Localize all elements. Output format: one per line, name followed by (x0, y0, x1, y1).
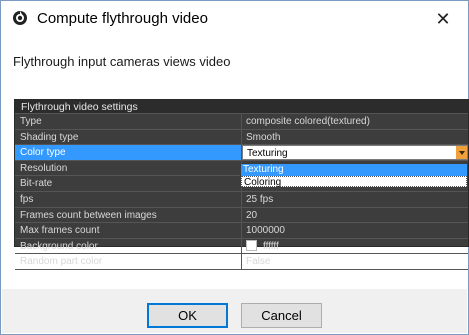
property-value[interactable]: False (242, 254, 468, 269)
property-row-max-frames[interactable]: Max frames count 1000000 (15, 223, 468, 239)
color-type-dropdown-list: Texturing Coloring (240, 163, 468, 188)
title-bar[interactable]: Compute flythrough video ✕ (2, 2, 467, 34)
chevron-down-icon (458, 150, 465, 155)
property-name: Shading type (15, 129, 242, 145)
ok-button[interactable]: OK (147, 303, 228, 328)
property-row-random-part-color[interactable]: Random part color False (15, 254, 468, 270)
property-row-shading-type[interactable]: Shading type Smooth (15, 129, 468, 146)
property-value[interactable]: composite colored(textured) (242, 114, 468, 129)
dropdown-option-coloring[interactable]: Coloring (241, 175, 467, 188)
property-row-color-type[interactable]: Color type Texturing (15, 145, 468, 161)
background-color-value[interactable]: ffffff (242, 239, 468, 254)
window-title: Compute flythrough video (37, 10, 208, 27)
property-value[interactable]: Smooth (242, 130, 468, 145)
property-value[interactable]: 25 fps (242, 192, 468, 207)
app-logo-icon (13, 11, 27, 25)
dialog-subtitle: Flythrough input cameras views video (13, 54, 231, 69)
property-name: Frames count between images (15, 207, 242, 223)
property-name: Background color (15, 238, 242, 254)
color-swatch[interactable] (246, 239, 257, 251)
color-hex: ffffff (263, 240, 279, 252)
property-name: Resolution (15, 160, 242, 176)
property-name: Random part color (15, 254, 242, 269)
cancel-button[interactable]: Cancel (241, 303, 322, 328)
property-name: Bit-rate (15, 176, 242, 191)
property-row-type[interactable]: Type composite colored(textured) (15, 114, 468, 130)
button-footer (2, 289, 467, 333)
dropdown-option-texturing[interactable]: Texturing (241, 164, 467, 176)
property-name: Type (15, 114, 242, 129)
property-row-frames-count[interactable]: Frames count between images 20 (15, 207, 468, 224)
close-button[interactable]: ✕ (429, 6, 457, 32)
property-row-background-color[interactable]: Background color ffffff (15, 238, 468, 255)
property-row-fps[interactable]: fps 25 fps (15, 191, 468, 208)
property-name: Max frames count (15, 223, 242, 238)
color-type-combobox[interactable]: Texturing (242, 145, 468, 160)
dialog-window: Compute flythrough video ✕ Flythrough in… (0, 0, 469, 335)
property-name: fps (15, 191, 242, 207)
combobox-value: Texturing (247, 148, 288, 160)
close-icon: ✕ (435, 8, 451, 29)
property-value[interactable]: 20 (242, 208, 468, 223)
property-grid-header: Flythrough video settings (15, 100, 468, 114)
property-name: Color type (15, 145, 242, 160)
dropdown-arrow-button[interactable] (456, 146, 467, 159)
property-value[interactable]: 1000000 (242, 223, 468, 238)
